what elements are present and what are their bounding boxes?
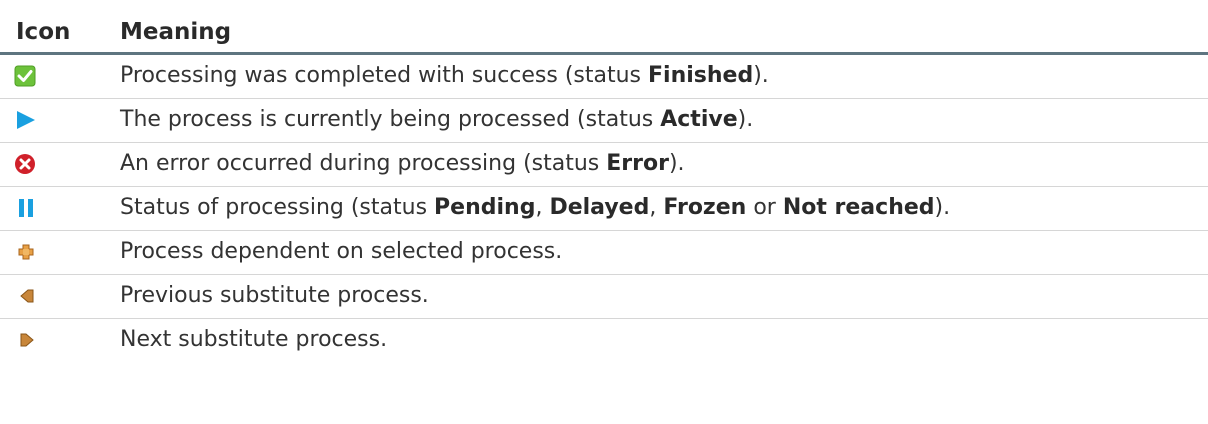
status-delayed: Delayed [549, 195, 650, 220]
table-row: The process is currently being processed… [0, 99, 1208, 143]
table-row: An error occurred during processing (sta… [0, 143, 1208, 187]
next-arrow-icon [20, 333, 34, 347]
row-meaning: Status of processing (status Pending, De… [120, 195, 951, 220]
status-not-reached: Not reached [782, 195, 935, 220]
row-meaning: Previous substitute process. [120, 283, 429, 308]
icon-column-header: Icon [16, 19, 71, 45]
blue-play-icon [17, 111, 35, 129]
status-pending: Pending [434, 195, 536, 220]
status-frozen: Frozen [663, 195, 747, 220]
green-checkmark-icon [14, 65, 36, 87]
row-meaning: An error occurred during processing (sta… [120, 151, 685, 176]
table-row: Status of processing (status Pending, De… [0, 187, 1208, 231]
table-header: Icon Meaning [0, 0, 1208, 55]
row-meaning: Process dependent on selected process. [120, 239, 563, 264]
red-error-icon [15, 154, 35, 174]
row-meaning: Next substitute process. [120, 327, 388, 352]
row-meaning: Processing was completed with success (s… [120, 63, 769, 88]
icon-legend-table: Icon Meaning Processing was completed wi… [0, 0, 1208, 363]
blue-pause-icon [19, 199, 33, 217]
status-finished: Finished [648, 63, 754, 88]
status-error: Error [606, 151, 669, 176]
previous-arrow-icon [20, 289, 34, 303]
table-row: Next substitute process. [0, 319, 1208, 363]
row-meaning: The process is currently being processed… [120, 107, 754, 132]
orange-plus-icon [18, 244, 34, 260]
status-active: Active [660, 107, 738, 132]
meaning-column-header: Meaning [120, 19, 232, 45]
table-row: Process dependent on selected process. [0, 231, 1208, 275]
table-row: Processing was completed with success (s… [0, 55, 1208, 99]
table-row: Previous substitute process. [0, 275, 1208, 319]
